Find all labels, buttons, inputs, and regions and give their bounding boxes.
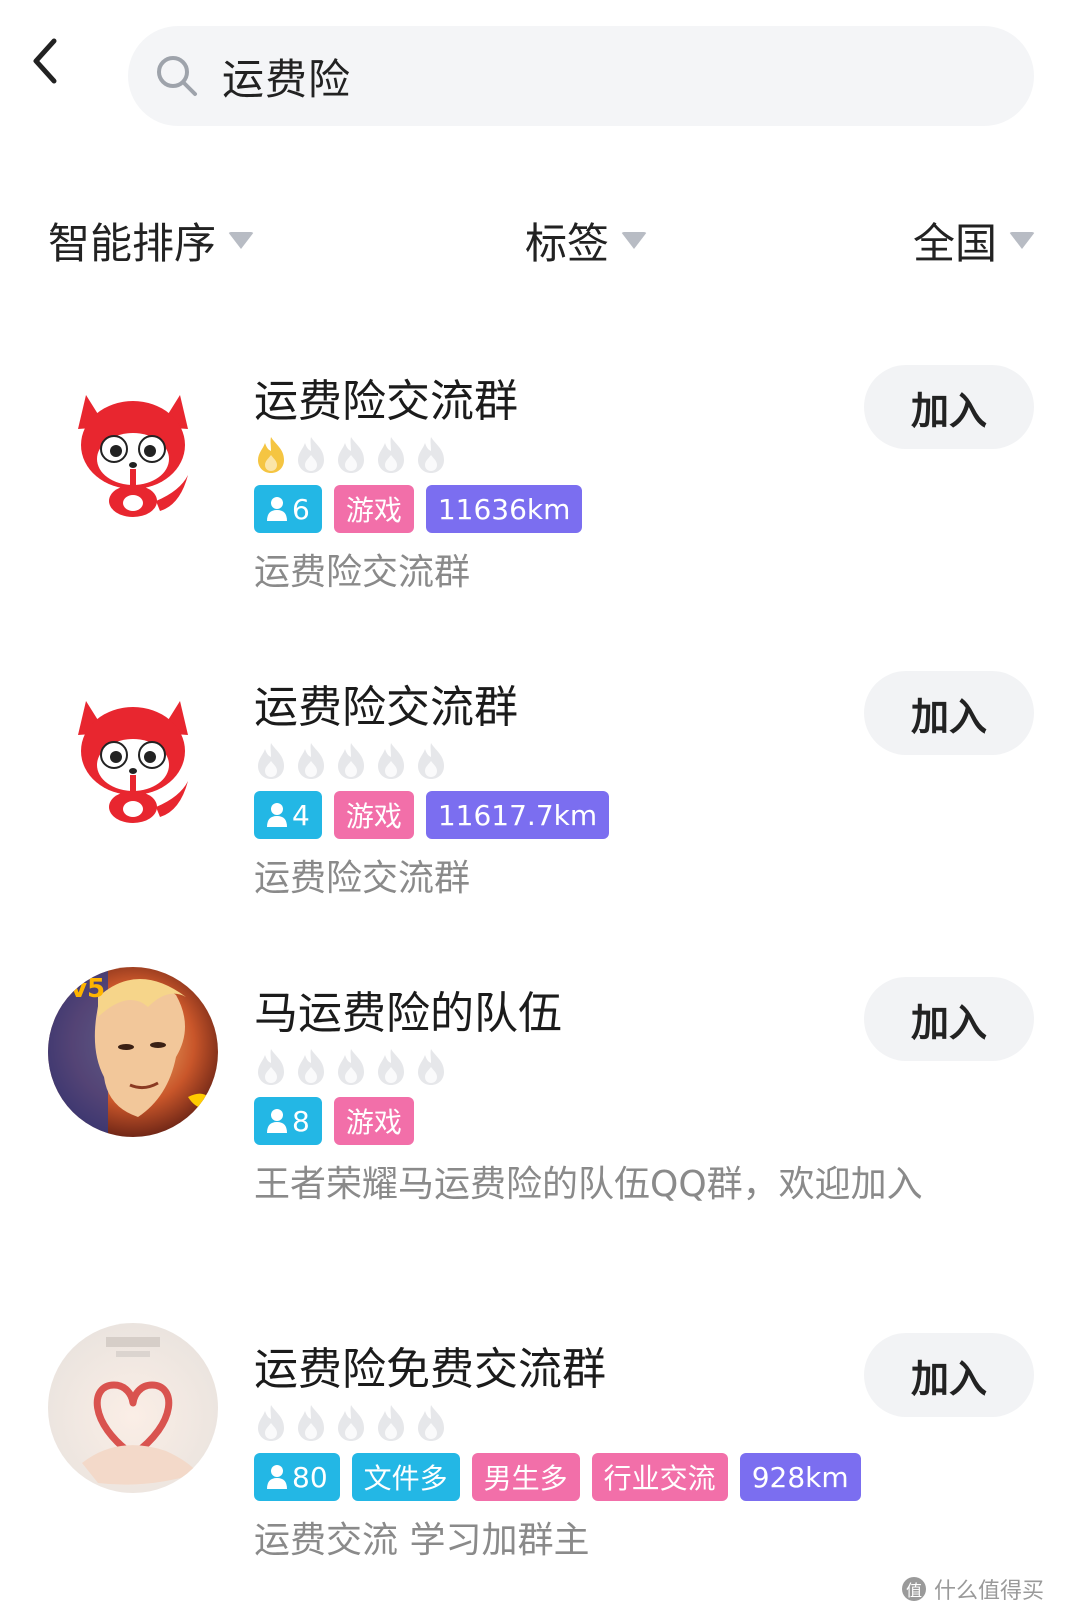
flame-icon bbox=[298, 1049, 324, 1085]
group-title[interactable]: 运费险交流群 bbox=[254, 365, 518, 429]
flame-icon bbox=[378, 437, 404, 473]
flame-active-icon bbox=[258, 437, 284, 473]
member-count-badge: 6 bbox=[254, 485, 322, 533]
join-button[interactable]: 加入 bbox=[864, 671, 1034, 755]
chevron-left-icon bbox=[33, 38, 57, 84]
sort-label: 智能排序 bbox=[48, 218, 217, 268]
caret-down-icon bbox=[1009, 231, 1036, 249]
join-button[interactable]: 加入 bbox=[864, 977, 1034, 1061]
category-tag: 游戏 bbox=[333, 1097, 414, 1145]
filter-bar: 智能排序 标签 全国 bbox=[0, 195, 1080, 285]
distance-tag: 928km bbox=[739, 1453, 861, 1501]
flame-icon bbox=[378, 1405, 404, 1441]
flame-icon bbox=[378, 743, 404, 779]
svg-text:5v5: 5v5 bbox=[52, 974, 105, 1004]
group-description: 王者荣耀马运费险的队伍QQ群，欢迎加入 bbox=[254, 1164, 923, 1205]
region-dropdown[interactable]: 全国 bbox=[913, 195, 1036, 285]
back-button[interactable] bbox=[14, 26, 74, 96]
heat-rating bbox=[254, 435, 448, 479]
person-icon bbox=[267, 497, 287, 521]
flame-icon bbox=[338, 743, 364, 779]
person-icon bbox=[267, 1109, 287, 1133]
watermark-text: 什么值得买 bbox=[933, 1579, 1044, 1604]
flame-icon bbox=[418, 743, 444, 779]
tags-label: 标签 bbox=[525, 218, 610, 268]
flame-icon bbox=[338, 1049, 364, 1085]
watermark: 值 什么值得买 bbox=[901, 1573, 1044, 1605]
red-fox-icon bbox=[48, 661, 218, 831]
join-button[interactable]: 加入 bbox=[864, 1333, 1034, 1417]
search-icon bbox=[154, 53, 200, 99]
gender-tag: 男生多 bbox=[471, 1453, 580, 1501]
heart-hands-icon bbox=[48, 1323, 218, 1493]
flame-icon bbox=[338, 1405, 364, 1441]
group-result-item[interactable]: 运费险交流群 6 游戏 11636km 运费险交流群 加入 bbox=[0, 335, 1080, 595]
distance-tag: 11617.7km bbox=[425, 791, 610, 839]
heat-rating bbox=[254, 741, 448, 785]
group-title[interactable]: 运费险交流群 bbox=[254, 671, 518, 735]
game-hero-icon: 5v5 bbox=[48, 967, 218, 1137]
group-title[interactable]: 马运费险的队伍 bbox=[254, 977, 562, 1041]
group-result-item[interactable]: 运费险交流群 4 游戏 11617.7km 运费险交流群 加入 bbox=[0, 641, 1080, 901]
industry-tag: 行业交流 bbox=[591, 1453, 728, 1501]
heat-rating bbox=[254, 1047, 448, 1091]
caret-down-icon bbox=[228, 231, 255, 249]
red-fox-icon bbox=[48, 355, 218, 525]
flame-icon bbox=[258, 743, 284, 779]
flame-icon bbox=[378, 1049, 404, 1085]
tag-list: 8 游戏 bbox=[254, 1097, 414, 1145]
flame-icon bbox=[418, 437, 444, 473]
tag-list: 4 游戏 11617.7km bbox=[254, 791, 610, 839]
flame-icon bbox=[258, 1405, 284, 1441]
category-tag: 游戏 bbox=[333, 485, 414, 533]
flame-icon bbox=[418, 1049, 444, 1085]
files-tag: 文件多 bbox=[351, 1453, 460, 1501]
sort-dropdown[interactable]: 智能排序 bbox=[48, 195, 255, 285]
group-description: 运费险交流群 bbox=[254, 858, 471, 899]
flame-icon bbox=[418, 1405, 444, 1441]
group-description: 运费险交流群 bbox=[254, 552, 471, 593]
member-count-badge: 80 bbox=[254, 1453, 340, 1501]
flame-icon bbox=[298, 1405, 324, 1441]
group-description: 运费交流 学习加群主 bbox=[254, 1520, 590, 1561]
group-result-item[interactable]: 5v5 马运费险的队伍 8 游戏 王者荣耀马运费险的队伍QQ群，欢迎加入 加入 bbox=[0, 947, 1080, 1207]
member-count-badge: 8 bbox=[254, 1097, 322, 1145]
search-query[interactable]: 运费险 bbox=[222, 46, 351, 107]
join-button[interactable]: 加入 bbox=[864, 365, 1034, 449]
flame-icon bbox=[298, 743, 324, 779]
search-input[interactable]: 运费险 bbox=[128, 26, 1034, 126]
group-title[interactable]: 运费险免费交流群 bbox=[254, 1333, 606, 1397]
person-icon bbox=[267, 1465, 287, 1489]
tag-list: 80 文件多 男生多 行业交流 928km bbox=[254, 1453, 861, 1501]
caret-down-icon bbox=[621, 231, 648, 249]
flame-icon bbox=[338, 437, 364, 473]
heat-rating bbox=[254, 1403, 448, 1447]
category-tag: 游戏 bbox=[333, 791, 414, 839]
member-count-badge: 4 bbox=[254, 791, 322, 839]
watermark-logo-icon: 值 bbox=[901, 1577, 926, 1601]
flame-icon bbox=[298, 437, 324, 473]
distance-tag: 11636km bbox=[425, 485, 583, 533]
person-icon bbox=[267, 803, 287, 827]
group-result-item[interactable]: 运费险免费交流群 80 文件多 男生多 行业交流 928km 运费交流 学习加群… bbox=[0, 1303, 1080, 1563]
search-header: 运费险 bbox=[0, 0, 1080, 150]
flame-icon bbox=[258, 1049, 284, 1085]
tags-dropdown[interactable]: 标签 bbox=[525, 195, 648, 285]
region-label: 全国 bbox=[913, 218, 998, 268]
tag-list: 6 游戏 11636km bbox=[254, 485, 583, 533]
